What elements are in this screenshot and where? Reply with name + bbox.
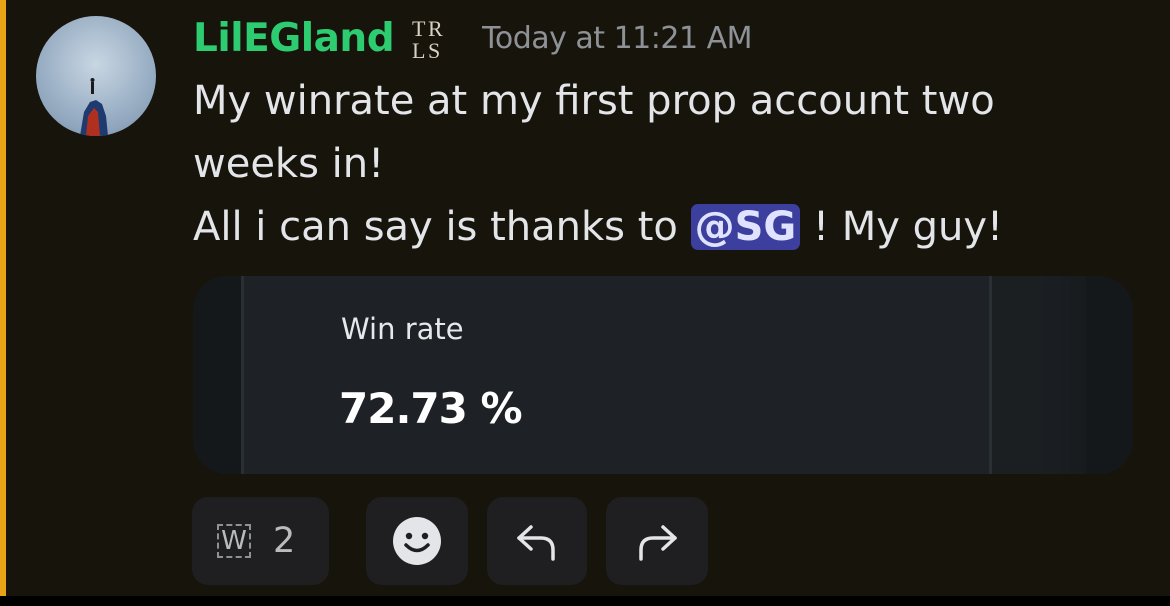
- reaction-button[interactable]: W 2: [192, 497, 329, 585]
- svg-text:S: S: [428, 38, 440, 61]
- win-rate-value: 72.73 %: [339, 384, 523, 433]
- bottom-strip: [0, 596, 1170, 606]
- forward-arrow-icon: [639, 525, 677, 561]
- avatar-image: [80, 78, 108, 136]
- reply-button[interactable]: [487, 497, 587, 585]
- highlight-bar: [0, 0, 6, 596]
- user-mention[interactable]: @SG: [690, 204, 801, 250]
- reply-arrow-icon: [517, 525, 555, 561]
- win-rate-label: Win rate: [341, 312, 464, 346]
- timestamp: Today at 11:21 AM: [482, 20, 752, 56]
- win-rate-card: [241, 276, 992, 474]
- smiley-icon: [393, 517, 441, 565]
- message-header: LilEGland T R L S Today at 11:21 AM: [193, 10, 752, 66]
- svg-text:L: L: [412, 38, 425, 61]
- message-line: My winrate at my first prop account two …: [193, 78, 995, 187]
- message-line: All i can say is thanks to @SG ! My guy!: [193, 196, 1093, 259]
- message-text: All i can say is thanks to: [193, 204, 691, 250]
- attachment-edge-left: [193, 276, 241, 474]
- trls-monogram-icon[interactable]: T R L S: [410, 15, 456, 61]
- message-content: My winrate at my first prop account two …: [193, 70, 1093, 259]
- message-text: ! My guy!: [800, 204, 1004, 250]
- reaction-count: 2: [273, 521, 296, 561]
- image-attachment[interactable]: Win rate 72.73 %: [193, 276, 1133, 474]
- forward-button[interactable]: [606, 497, 708, 585]
- w-emoji-icon: W: [217, 524, 251, 558]
- add-reaction-button[interactable]: [366, 497, 468, 585]
- attachment-edge-right: [1086, 276, 1133, 474]
- username[interactable]: LilEGland: [193, 16, 395, 61]
- avatar[interactable]: [36, 16, 156, 136]
